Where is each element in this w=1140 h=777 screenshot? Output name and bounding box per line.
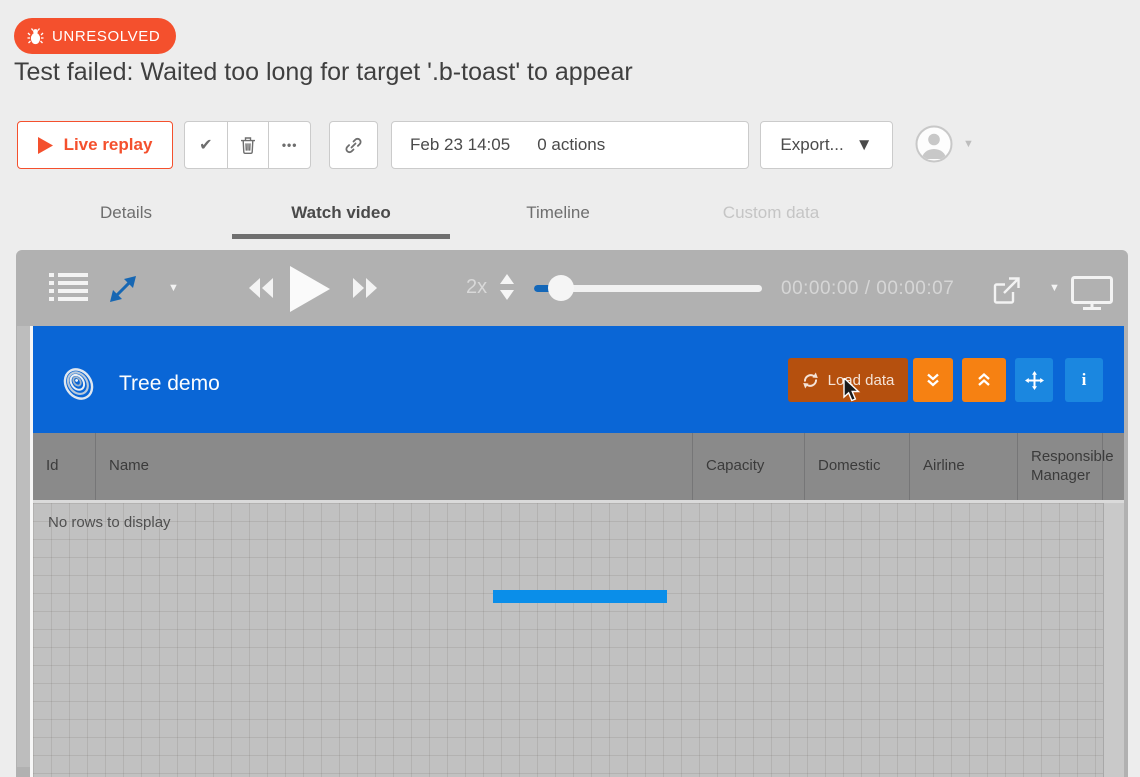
speed-stepper[interactable] xyxy=(500,274,514,305)
run-date: Feb 23 14:05 xyxy=(410,135,510,155)
ellipsis-icon: ••• xyxy=(282,138,298,152)
video-player: ▼ 2x 00:00:00 / 00:00:07 xyxy=(16,250,1128,777)
column-header-id: Id xyxy=(33,433,96,500)
video-frame[interactable]: Tree demo Load data xyxy=(33,326,1124,777)
status-badge-label: UNRESOLVED xyxy=(52,28,160,45)
avatar-chevron-down-icon[interactable]: ▼ xyxy=(963,138,974,150)
expand-icon xyxy=(110,276,136,302)
grid-scrollbar-track xyxy=(1103,503,1124,777)
player-left-gutter xyxy=(17,326,30,767)
column-header-name: Name xyxy=(96,433,693,500)
link-icon xyxy=(344,136,363,155)
double-chevron-up-icon xyxy=(976,372,992,388)
live-replay-label: Live replay xyxy=(64,135,153,155)
rewind-button[interactable] xyxy=(249,278,273,303)
export-button[interactable]: Export... ▼ xyxy=(760,121,893,169)
trash-icon xyxy=(240,137,256,154)
tab-timeline[interactable]: Timeline xyxy=(526,203,590,223)
toast-bar xyxy=(493,590,667,603)
mouse-cursor-icon xyxy=(843,378,861,404)
column-header-responsible-manager: Responsible Manager xyxy=(1018,433,1103,500)
seek-slider[interactable] xyxy=(534,285,762,292)
tab-watch-video[interactable]: Watch video xyxy=(291,203,391,223)
tab-custom-data: Custom data xyxy=(723,203,819,223)
play-button[interactable] xyxy=(290,266,330,317)
external-chevron-down-icon[interactable]: ▼ xyxy=(1049,282,1060,294)
grid-body: No rows to display xyxy=(33,500,1124,777)
step-list-button[interactable] xyxy=(49,272,88,310)
grid-header: Id Name Capacity Domestic Airline Respon… xyxy=(33,433,1124,500)
tab-details[interactable]: Details xyxy=(100,203,152,223)
monitor-icon xyxy=(1071,276,1113,310)
expand-all-button xyxy=(962,358,1006,402)
column-header-capacity: Capacity xyxy=(693,433,805,500)
playback-speed: 2x xyxy=(466,276,487,299)
export-label: Export... xyxy=(780,135,843,155)
avatar[interactable] xyxy=(915,125,953,163)
status-badge: UNRESOLVED xyxy=(14,18,176,54)
resize-chevron-down-icon[interactable]: ▼ xyxy=(168,282,179,294)
seek-slider-thumb[interactable] xyxy=(548,275,574,301)
collapse-all-button xyxy=(913,358,953,402)
stepper-arrows-icon xyxy=(500,274,514,300)
run-actions-count: 0 actions xyxy=(537,135,605,155)
copy-link-button[interactable] xyxy=(329,121,378,169)
grid-header-spacer xyxy=(1103,433,1124,500)
more-actions-button[interactable]: ••• xyxy=(268,122,310,168)
resolve-button[interactable]: ✔ xyxy=(185,122,227,168)
fast-forward-icon xyxy=(353,278,377,298)
user-icon xyxy=(915,125,953,163)
app-title: Tree demo xyxy=(119,372,220,396)
refresh-icon xyxy=(802,372,819,389)
info-button: i xyxy=(1065,358,1103,402)
live-replay-button[interactable]: Live replay xyxy=(17,121,173,169)
move-button xyxy=(1015,358,1053,402)
play-icon xyxy=(38,137,53,154)
column-header-domestic: Domestic xyxy=(805,433,910,500)
app-header: Tree demo Load data xyxy=(33,326,1124,433)
column-header-airline: Airline xyxy=(910,433,1018,500)
active-tab-underline xyxy=(232,234,450,239)
check-icon: ✔ xyxy=(199,135,212,155)
result-actions-group: ✔ ••• xyxy=(184,121,311,169)
play-icon xyxy=(290,266,330,312)
info-icon: i xyxy=(1082,370,1087,390)
app-logo-icon xyxy=(61,364,96,404)
bug-icon xyxy=(27,27,44,46)
external-link-icon xyxy=(993,277,1020,304)
rewind-icon xyxy=(249,278,273,298)
fast-forward-button[interactable] xyxy=(353,278,377,303)
double-chevron-down-icon xyxy=(925,372,941,388)
fullscreen-button[interactable] xyxy=(1071,276,1113,315)
resize-button[interactable] xyxy=(110,276,136,307)
run-selector-input[interactable]: Feb 23 14:05 0 actions xyxy=(391,121,749,169)
playback-time: 00:00:00 / 00:00:07 xyxy=(781,278,954,300)
move-icon xyxy=(1025,371,1044,390)
delete-button[interactable] xyxy=(227,122,269,168)
chevron-down-icon: ▼ xyxy=(856,135,873,155)
page-title: Test failed: Waited too long for target … xyxy=(14,58,633,87)
open-external-button[interactable] xyxy=(993,277,1020,309)
grid-empty-text: No rows to display xyxy=(48,514,171,531)
list-icon xyxy=(49,272,88,305)
